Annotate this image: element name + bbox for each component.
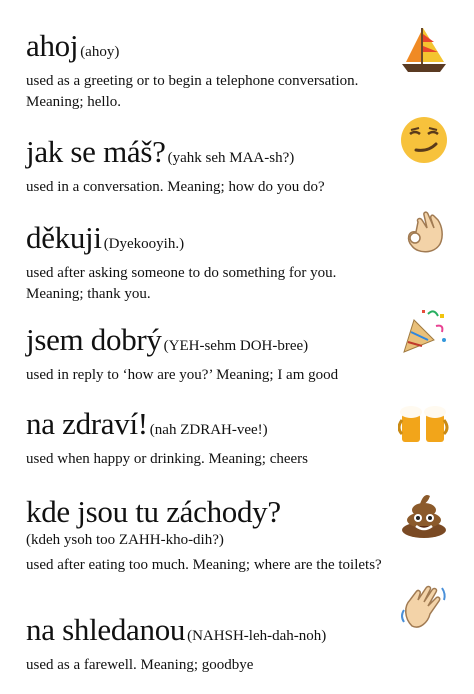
phrase-description: used in a conversation. Meaning; how do …	[26, 179, 325, 195]
phrase-heading: na shledanou (NAHSH-leh-dah-noh)	[26, 614, 386, 645]
phrase-heading: kde jsou tu záchody?	[26, 496, 386, 527]
phrase-entry-kde-jsou-tu-zachody: kde jsou tu záchody? (kdeh ysoh too ZAHH…	[26, 496, 386, 576]
poop-icon	[398, 488, 450, 540]
czech-phrase: ahoj	[26, 28, 79, 63]
phrase-heading: jak se máš? (yahk seh MAA-sh?)	[26, 136, 386, 167]
phrase-entry-jsem-dobry: jsem dobrý (YEH-sehm DOH-bree) used in re…	[26, 324, 386, 386]
pronunciation: (yahk seh MAA-sh?)	[167, 150, 295, 166]
pronunciation: (YEH-sehm DOH-bree)	[163, 338, 309, 354]
phrase-description: used after asking someone to do somethin…	[26, 265, 337, 302]
phrase-entry-na-shledanou: na shledanou (NAHSH-leh-dah-noh) used as …	[26, 614, 386, 676]
pronunciation: (ahoy)	[80, 44, 120, 60]
phrase-entry-dekuji: děkuji (Dyekooyih.) used after asking som…	[26, 222, 386, 305]
phrase-heading: jsem dobrý (YEH-sehm DOH-bree)	[26, 324, 386, 355]
pronunciation: (nah ZDRAH-vee!)	[149, 422, 268, 438]
phrase-description: used after eating too much. Meaning; whe…	[26, 557, 382, 573]
pronunciation: (NAHSH-leh-dah-noh)	[187, 628, 327, 644]
phrase-description: used in reply to ‘how are you?’ Meaning;…	[26, 367, 339, 383]
phrase-description: used as a greeting or to begin a telepho…	[26, 73, 359, 110]
phrase-entry-ahoj: ahoj (ahoy) used as a greeting or to begi…	[26, 30, 386, 113]
ok-hand-icon	[398, 206, 450, 258]
czech-phrase: kde jsou tu záchody?	[26, 494, 281, 529]
pronunciation: (kdeh ysoh too ZAHH-kho-dih?)	[26, 532, 224, 548]
beer-mugs-icon	[398, 398, 450, 450]
czech-phrase: jsem dobrý	[26, 322, 162, 357]
phrase-description: used when happy or drinking. Meaning; ch…	[26, 451, 309, 467]
phrase-heading: ahoj (ahoy)	[26, 30, 386, 61]
sailboat-icon	[398, 24, 450, 76]
phrase-description: used as a farewell. Meaning; goodbye	[26, 657, 254, 673]
czech-phrase: na zdraví!	[26, 406, 148, 441]
czech-phrase: na shledanou	[26, 612, 186, 647]
czech-phrase: jak se máš?	[26, 134, 166, 169]
phrase-entry-na-zdravi: na zdraví! (nah ZDRAH-vee!) used when hap…	[26, 408, 386, 470]
party-popper-icon	[398, 306, 450, 358]
phrase-heading: děkuji (Dyekooyih.)	[26, 222, 386, 253]
smirking-face-icon	[398, 114, 450, 166]
phrase-entry-jak-se-mas: jak se máš? (yahk seh MAA-sh?) used in a …	[26, 136, 386, 198]
phrase-heading: na zdraví! (nah ZDRAH-vee!)	[26, 408, 386, 439]
waving-hand-icon	[398, 580, 450, 632]
czech-phrase: děkuji	[26, 220, 102, 255]
pronunciation: (Dyekooyih.)	[103, 236, 185, 252]
